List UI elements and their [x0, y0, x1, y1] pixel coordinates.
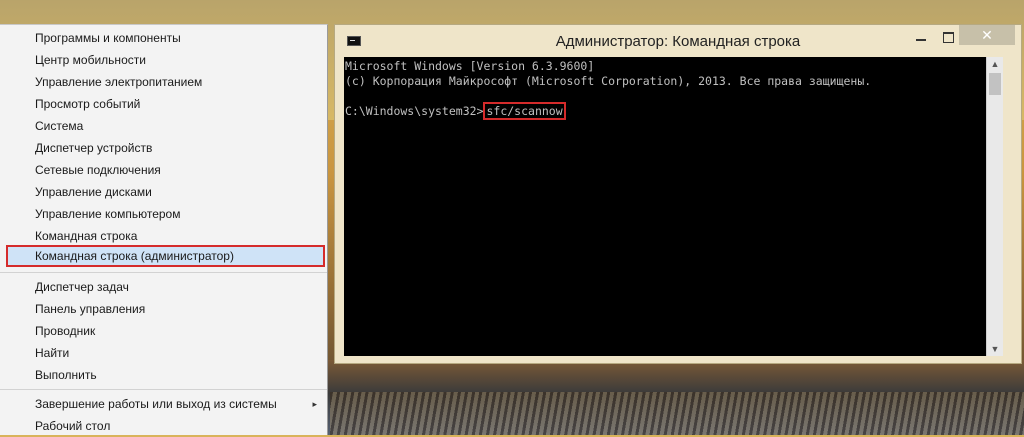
- menu-item-control-panel[interactable]: Панель управления: [0, 298, 327, 320]
- menu-separator: [0, 389, 327, 390]
- minimize-icon: [916, 39, 926, 41]
- menu-item-system[interactable]: Система: [0, 115, 327, 137]
- menu-item-event-viewer[interactable]: Просмотр событий: [0, 93, 327, 115]
- menu-item-task-manager[interactable]: Диспетчер задач: [0, 276, 327, 298]
- menu-item-shutdown-label: Завершение работы или выход из системы: [35, 397, 277, 411]
- menu-item-power-options[interactable]: Управление электропитанием: [0, 71, 327, 93]
- console-line-version: Microsoft Windows [Version 6.3.9600]: [345, 59, 595, 73]
- menu-item-run[interactable]: Выполнить: [0, 364, 327, 386]
- submenu-arrow-icon: ▸: [312, 399, 317, 409]
- console-prompt-line[interactable]: C:\Windows\system32> sfc/scannow: [345, 102, 986, 120]
- menu-item-desktop[interactable]: Рабочий стол: [0, 415, 327, 437]
- scroll-thumb[interactable]: [989, 73, 1001, 95]
- menu-item-command-prompt[interactable]: Командная строка: [0, 225, 327, 247]
- menu-item-search[interactable]: Найти: [0, 342, 327, 364]
- console-prompt: C:\Windows\system32>: [345, 104, 484, 118]
- minimize-button[interactable]: [908, 29, 934, 47]
- close-button[interactable]: ✕: [959, 25, 1015, 45]
- winx-context-menu: Программы и компоненты Центр мобильности…: [0, 24, 328, 435]
- menu-item-device-manager[interactable]: Диспетчер устройств: [0, 137, 327, 159]
- menu-separator: [0, 272, 327, 273]
- console-command[interactable]: sfc/scannow: [483, 102, 566, 120]
- scroll-up-arrow-icon[interactable]: ▲: [987, 57, 1003, 71]
- wallpaper-grass: [330, 392, 1024, 435]
- menu-item-shutdown[interactable]: Завершение работы или выход из системы ▸: [0, 393, 327, 415]
- menu-item-computer-management[interactable]: Управление компьютером: [0, 203, 327, 225]
- scroll-down-arrow-icon[interactable]: ▼: [987, 342, 1003, 356]
- menu-item-programs[interactable]: Программы и компоненты: [0, 27, 327, 49]
- vertical-scrollbar[interactable]: ▲ ▼: [986, 57, 1003, 356]
- console-line-copyright: (c) Корпорация Майкрософт (Microsoft Cor…: [345, 74, 872, 88]
- maximize-icon: [943, 32, 954, 43]
- console-output[interactable]: Microsoft Windows [Version 6.3.9600] (c)…: [344, 57, 986, 356]
- maximize-button[interactable]: [935, 29, 961, 47]
- menu-item-explorer[interactable]: Проводник: [0, 320, 327, 342]
- window-titlebar[interactable]: Администратор: Командная строка ✕: [335, 25, 1021, 57]
- menu-item-mobility-center[interactable]: Центр мобильности: [0, 49, 327, 71]
- close-icon: ✕: [981, 27, 993, 43]
- menu-item-network-connections[interactable]: Сетевые подключения: [0, 159, 327, 181]
- menu-item-command-prompt-admin[interactable]: Командная строка (администратор): [6, 245, 325, 267]
- menu-item-disk-management[interactable]: Управление дисками: [0, 181, 327, 203]
- command-prompt-window[interactable]: Администратор: Командная строка ✕ Micros…: [334, 24, 1022, 364]
